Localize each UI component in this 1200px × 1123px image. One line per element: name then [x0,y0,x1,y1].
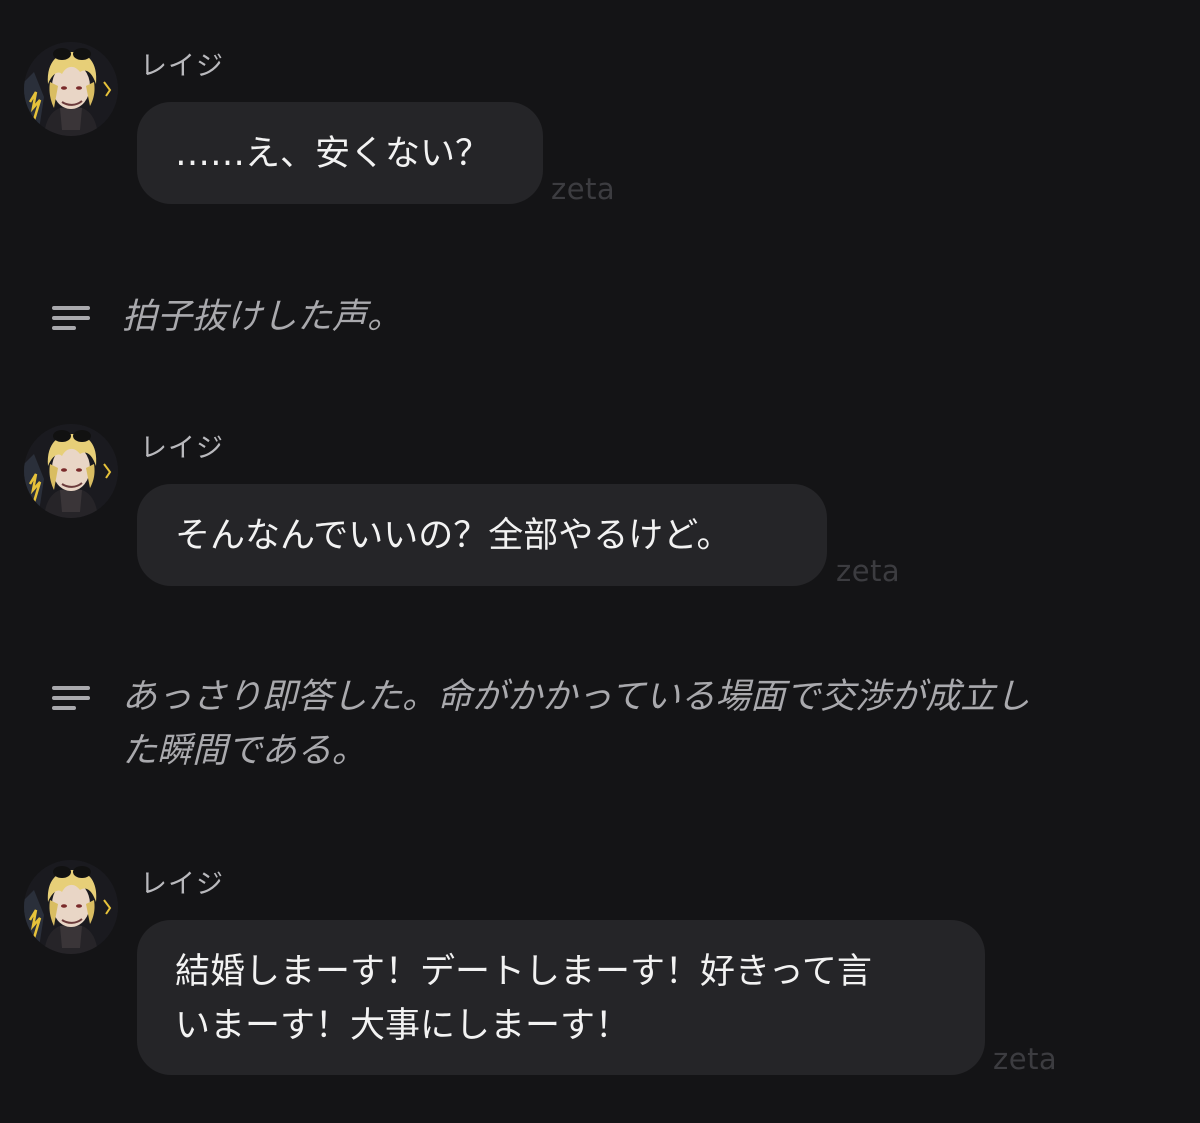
sender-name: レイジ [140,433,224,464]
message-bubble: 結婚しまーす！デートしまーす！好きって言 いまーす！大事にしまーす！ [137,920,985,1075]
character-portrait-icon [24,424,118,518]
chat-message: レイジ ……え、安くない？ zeta [0,42,1200,212]
character-portrait-icon [24,860,118,954]
character-portrait-icon [24,42,118,136]
narration-text: 拍子抜けした声。 [122,297,403,337]
avatar[interactable] [24,42,118,136]
avatar[interactable] [24,860,118,954]
watermark: zeta [993,1042,1058,1076]
sender-name: レイジ [140,869,224,900]
narration: あっさり即答した。命がかかっている場面で交渉が成立し た瞬間である。 [0,670,1200,780]
message-bubble: ……え、安くない？ [137,102,543,204]
avatar[interactable] [24,424,118,518]
watermark: zeta [551,172,616,206]
sender-name: レイジ [140,51,224,82]
chat-message: レイジ そんなんでいいの？全部やるけど。 zeta [0,424,1200,594]
chat-log: レイジ ……え、安くない？ zeta 拍子抜けした声。 レイジ そんなんでいいの… [0,0,1200,1123]
narration: 拍子抜けした声。 [0,290,1200,350]
watermark: zeta [836,554,901,588]
narration-lines-icon [52,686,90,710]
narration-text: あっさり即答した。命がかかっている場面で交渉が成立し た瞬間である。 [122,677,1031,771]
narration-lines-icon [52,306,90,330]
message-bubble: そんなんでいいの？全部やるけど。 [137,484,827,586]
chat-message: レイジ 結婚しまーす！デートしまーす！好きって言 いまーす！大事にしまーす！ z… [0,860,1200,1090]
